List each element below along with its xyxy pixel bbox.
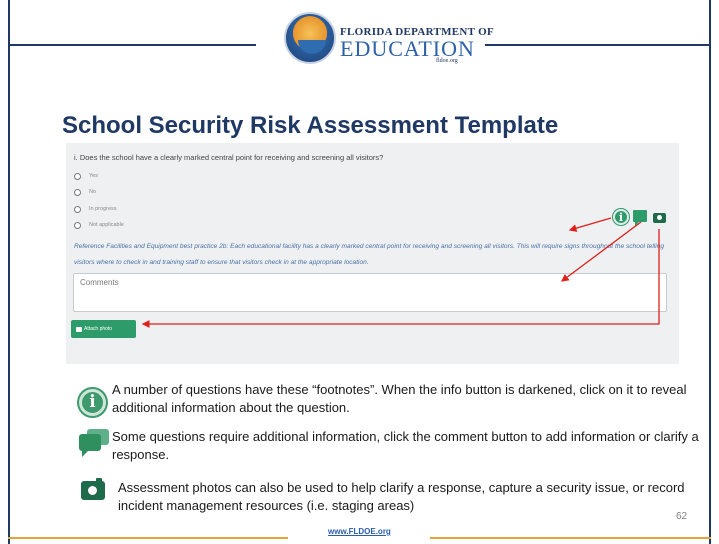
comment-icon xyxy=(79,429,109,459)
seal-icon xyxy=(284,12,336,64)
radio-button[interactable] xyxy=(74,172,81,180)
legend-camera-text: Assessment photos can also be used to he… xyxy=(118,480,685,513)
radio-option-label: Yes xyxy=(89,173,98,179)
comments-placeholder: Comments xyxy=(80,278,119,287)
fldoe-logo: FLORIDA DEPARTMENT OF EDUCATION fldoe.or… xyxy=(284,12,494,68)
camera-icon[interactable] xyxy=(653,213,666,223)
radio-option-not-applicable[interactable]: Not applicable xyxy=(74,220,124,230)
radio-option-in-progress[interactable]: In progress xyxy=(74,204,117,214)
radio-option-label: No xyxy=(89,189,97,195)
legend-comment-text: Some questions require additional inform… xyxy=(112,429,699,462)
assessment-screenshot-panel: i. Does the school have a clearly marked… xyxy=(66,143,679,364)
comments-textarea[interactable]: Comments xyxy=(73,273,667,312)
footer-rule-right xyxy=(430,537,711,539)
attach-photo-button[interactable]: Attach photo xyxy=(71,320,136,338)
question-text: i. Does the school have a clearly marked… xyxy=(74,153,384,162)
header-rule-right xyxy=(485,44,711,46)
radio-option-label: Not applicable xyxy=(89,222,124,228)
slide: FLORIDA DEPARTMENT OF EDUCATION fldoe.or… xyxy=(0,0,719,544)
info-icon: i xyxy=(79,389,106,416)
footer-rule-left xyxy=(8,537,288,539)
slide-title: School Security Risk Assessment Template xyxy=(62,112,559,139)
attach-photo-label: Attach photo xyxy=(84,326,113,332)
camera-icon xyxy=(81,478,105,500)
logo-text-site: fldoe.org xyxy=(436,58,458,64)
legend-info-text: A number of questions have these “footno… xyxy=(112,382,687,415)
page-number: 62 xyxy=(676,511,688,522)
frame-border-left xyxy=(8,0,10,544)
reference-footnote-text: Reference Facilities and Equipment best … xyxy=(74,243,665,266)
radio-button[interactable] xyxy=(74,205,81,213)
header-rule-left xyxy=(8,44,256,46)
radio-button[interactable] xyxy=(74,221,81,229)
radio-option-label: In progress xyxy=(89,206,117,212)
fldoe-website-link[interactable]: www.FLDOE.org xyxy=(328,527,391,536)
photo-icon xyxy=(76,326,82,332)
radio-option-yes[interactable]: Yes xyxy=(74,171,98,181)
radio-button[interactable] xyxy=(74,188,81,196)
radio-option-no[interactable]: No xyxy=(74,187,96,197)
info-icon[interactable]: i xyxy=(613,209,629,225)
comment-icon[interactable] xyxy=(633,210,647,226)
